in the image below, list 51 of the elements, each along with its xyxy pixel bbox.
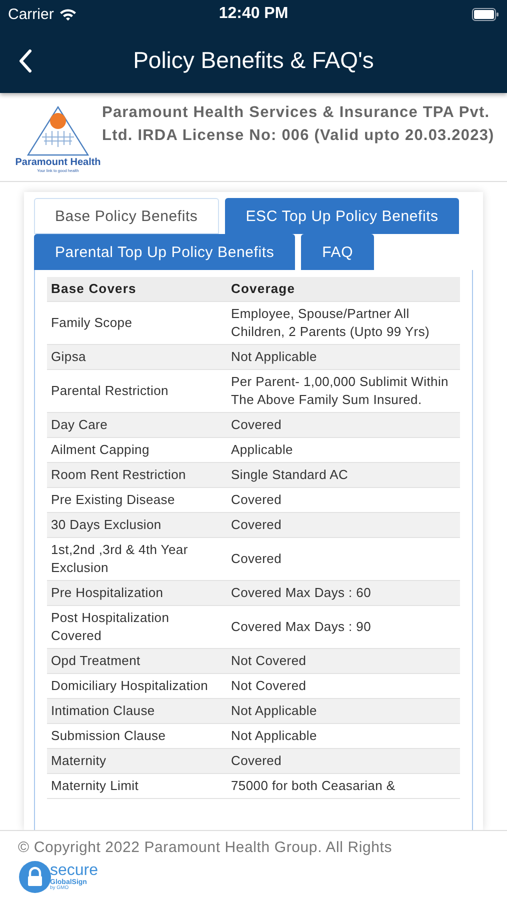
table-cell-text: Covered Max Days : 90 [230, 618, 372, 636]
table-cell-text: 1st,2nd ,3rd & 4th Year Exclusion [50, 541, 189, 577]
carrier-label: Carrier [8, 6, 54, 22]
license-text: Paramount Health Services & Insurance TPA Pvt. Ltd. IRDA License No: 006 (Valid upto 20.03.2023) [102, 103, 496, 146]
table-cell-text: Pre Existing Disease [50, 491, 176, 509]
table-cell-text: Covered Max Days : 60 [230, 584, 372, 602]
table-cell-text: Maternity Limit [50, 777, 140, 795]
table-cell-text: 75000 for both Ceasarian & [230, 777, 396, 795]
table-cell-text: Ailment Capping [50, 441, 150, 459]
tab[interactable]: Parental Top Up Policy Benefits [34, 234, 296, 270]
table-cell-text: Domiciliary Hospitalization [50, 677, 210, 695]
table-cell-text: Covered [230, 516, 283, 534]
table-cell-text: Maternity [50, 752, 108, 770]
padlock-icon [18, 860, 52, 894]
table-cell-text: Day Care [50, 416, 109, 434]
table-cell-text: Not Covered [230, 677, 308, 695]
table-cell-text: Covered [230, 416, 283, 434]
table-cell-text: Covered [230, 752, 283, 770]
table-cell-text: Gipsa [50, 348, 87, 366]
logo-text: Paramount Health [15, 157, 101, 168]
table-cell-text: Parental Restriction [50, 382, 170, 400]
badge-title: secure [50, 863, 98, 879]
table-cell-text: Intimation Clause [50, 702, 156, 720]
status-time: 12:40 PM [218, 5, 288, 23]
table-cell-text: Covered [230, 550, 283, 568]
tab[interactable]: Base Policy Benefits [34, 198, 219, 234]
copyright-text: © Copyright 2022 Paramount Health Group. All Rights [18, 839, 394, 856]
wifi-icon [58, 8, 77, 20]
table-cell-text: Family Scope [50, 314, 134, 332]
table-cell-text: Employee, Spouse/Partner All Children, 2 Parents (Upto 99 Yrs) [230, 305, 431, 341]
table-cell-text: 30 Days Exclusion [50, 516, 162, 534]
table-cell-text: Not Applicable [230, 702, 318, 720]
table-cell-text: Not Applicable [230, 348, 318, 366]
table-cell-text: Opd Treatment [50, 652, 142, 670]
table-cell-text: Not Applicable [230, 727, 318, 745]
screen-title: Policy Benefits & FAQ's [132, 47, 375, 74]
column-header: Coverage [230, 280, 296, 298]
table-cell-text: Submission Clause [50, 727, 167, 745]
table-cell-text: Applicable [230, 441, 294, 459]
table-cell-text: Pre Hospitalization [50, 584, 164, 602]
table-cell-text: Room Rent Restriction [50, 466, 187, 484]
battery-icon [472, 8, 499, 20]
tab[interactable]: FAQ [301, 234, 374, 270]
table-cell-text: Single Standard AC [230, 466, 350, 484]
tab[interactable]: ESC Top Up Policy Benefits [224, 198, 460, 234]
table-cell-text: Covered [230, 491, 283, 509]
table-cell-text: Not Covered [230, 652, 308, 670]
table-cell-text: Per Parent- 1,00,000 Sublimit Within The Above Family Sum Insured. [230, 373, 450, 409]
table-cell-text: Post Hospitalization Covered [50, 609, 170, 645]
column-header: Base Covers [50, 280, 138, 298]
logo-triangle-icon [26, 105, 90, 157]
